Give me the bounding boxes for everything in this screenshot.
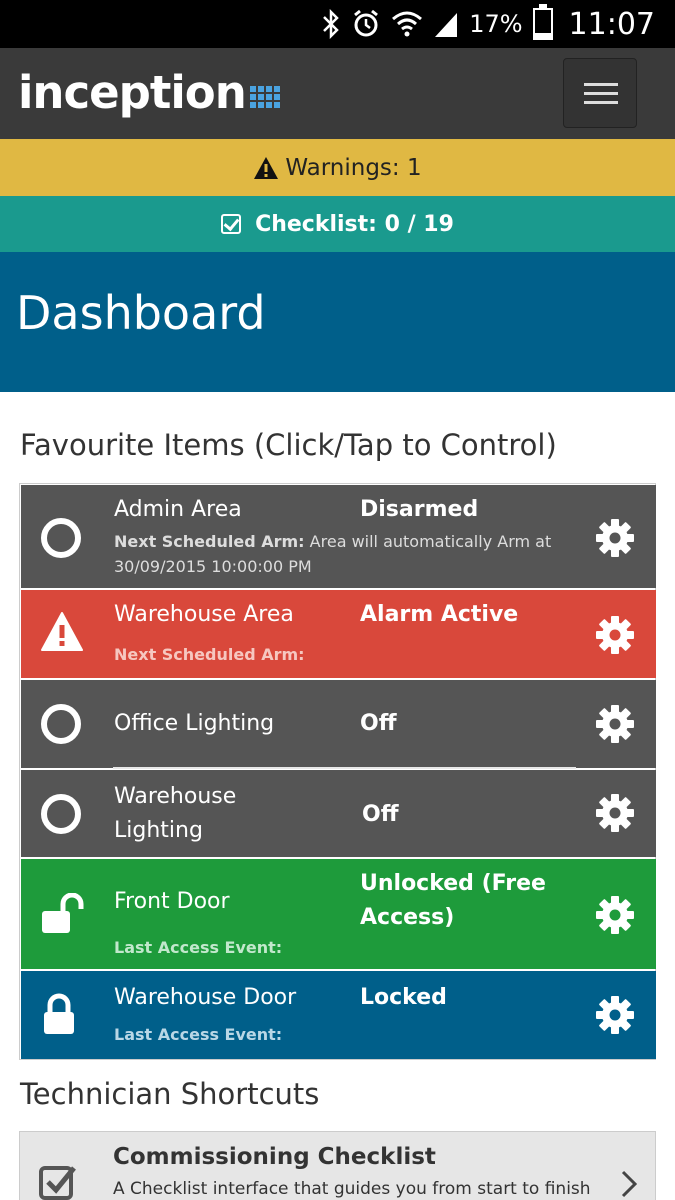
fav-item-state-line2: Access) xyxy=(360,905,455,930)
gear-icon[interactable] xyxy=(594,703,636,745)
fav-item-state: Unlocked (Free xyxy=(360,871,546,896)
divider xyxy=(113,767,576,769)
shortcut-title: Commissioning Checklist xyxy=(113,1144,436,1170)
locked-padlock-icon xyxy=(44,993,74,1034)
bluetooth-icon xyxy=(323,9,339,39)
warning-triangle-icon xyxy=(254,156,279,179)
fav-item-subtext: Next Scheduled Arm: Area will automatica… xyxy=(114,529,551,554)
ring-icon xyxy=(41,518,83,560)
gear-icon[interactable] xyxy=(594,614,636,656)
fav-item-warehouse-area[interactable]: Warehouse Area Alarm Active Next Schedul… xyxy=(21,590,656,678)
commissioning-checklist-shortcut[interactable]: Commissioning Checklist A Checklist inte… xyxy=(19,1131,656,1200)
chevron-right-icon xyxy=(621,1170,637,1198)
warnings-bar[interactable]: Warnings: 1 xyxy=(0,139,675,196)
battery-percent: 17% xyxy=(469,10,523,38)
fav-item-name: Warehouse Area xyxy=(114,602,294,627)
fav-item-state: Off xyxy=(362,802,399,827)
logo-text: inception xyxy=(18,66,247,119)
logo-grid-mark xyxy=(249,85,280,108)
checkbox-icon xyxy=(221,214,242,234)
technician-shortcuts-heading: Technician Shortcuts xyxy=(20,1077,320,1111)
unlocked-padlock-icon xyxy=(42,893,84,933)
shortcut-description: A Checklist interface that guides you fr… xyxy=(113,1179,591,1199)
favourites-list: Admin Area Disarmed Next Scheduled Arm: … xyxy=(19,483,656,1060)
alarm-clock-icon xyxy=(354,9,379,37)
fav-item-name-line2: Lighting xyxy=(114,818,203,843)
wifi-icon xyxy=(392,11,423,37)
fav-item-subtext: Last Access Event: xyxy=(114,935,282,960)
ring-icon xyxy=(41,704,83,746)
fav-item-name: Front Door xyxy=(114,889,230,914)
gear-icon[interactable] xyxy=(594,894,636,936)
fav-item-sub-value: Area will automatically Arm at xyxy=(309,532,552,551)
fav-item-warehouse-lighting[interactable]: Warehouse Lighting Off xyxy=(21,770,656,857)
gear-icon[interactable] xyxy=(594,517,636,559)
fav-item-name: Warehouse xyxy=(114,784,237,809)
page-title: Dashboard xyxy=(16,286,266,340)
favourites-heading: Favourite Items (Click/Tap to Control) xyxy=(20,428,557,462)
hamburger-icon xyxy=(584,83,618,86)
fav-item-warehouse-door[interactable]: Warehouse Door Locked Last Access Event: xyxy=(21,971,656,1059)
fav-item-sub-label: Last Access Event: xyxy=(114,938,283,957)
battery-icon xyxy=(532,4,553,40)
hamburger-menu-button[interactable] xyxy=(563,58,637,128)
inception-logo[interactable]: inception xyxy=(18,66,280,119)
gear-icon[interactable] xyxy=(594,792,636,834)
gear-icon[interactable] xyxy=(594,994,636,1036)
warnings-label: Warnings: 1 xyxy=(285,154,422,181)
fav-item-state: Off xyxy=(360,711,397,736)
signal-icon xyxy=(435,13,458,37)
checklist-bar[interactable]: Checklist: 0 / 19 xyxy=(0,196,675,252)
fav-item-subtext: Last Access Event: xyxy=(114,1022,282,1047)
fav-item-name: Admin Area xyxy=(114,497,242,522)
fav-item-name: Warehouse Door xyxy=(114,985,297,1010)
fav-item-sub-value-2: 30/09/2015 10:00:00 PM xyxy=(114,557,312,576)
fav-item-sub-label: Last Access Event: xyxy=(114,1025,283,1044)
checklist-label: Checklist: 0 / 19 xyxy=(255,211,454,237)
fav-item-front-door[interactable]: Front Door Unlocked (Free Access) Last A… xyxy=(21,859,656,969)
fav-item-subtext: Next Scheduled Arm: xyxy=(114,642,305,667)
fav-item-office-lighting[interactable]: Office Lighting Off xyxy=(21,680,656,768)
clock-time: 11:07 xyxy=(568,6,655,42)
page-title-bar: Dashboard xyxy=(0,252,675,392)
fav-item-state: Disarmed xyxy=(360,497,479,522)
fav-item-admin-area[interactable]: Admin Area Disarmed Next Scheduled Arm: … xyxy=(21,485,656,588)
fav-item-name: Office Lighting xyxy=(114,711,275,736)
ring-icon xyxy=(41,794,83,836)
warning-icon xyxy=(41,612,83,651)
app-header: inception xyxy=(0,48,675,139)
fav-item-sub-label: Next Scheduled Arm: xyxy=(114,645,305,664)
checkbox-icon xyxy=(39,1166,76,1200)
fav-item-sub-label: Next Scheduled Arm: xyxy=(114,532,305,551)
fav-item-state: Locked xyxy=(360,985,447,1010)
status-bar: 17% 11:07 xyxy=(0,0,675,48)
fav-item-state: Alarm Active xyxy=(360,602,519,627)
